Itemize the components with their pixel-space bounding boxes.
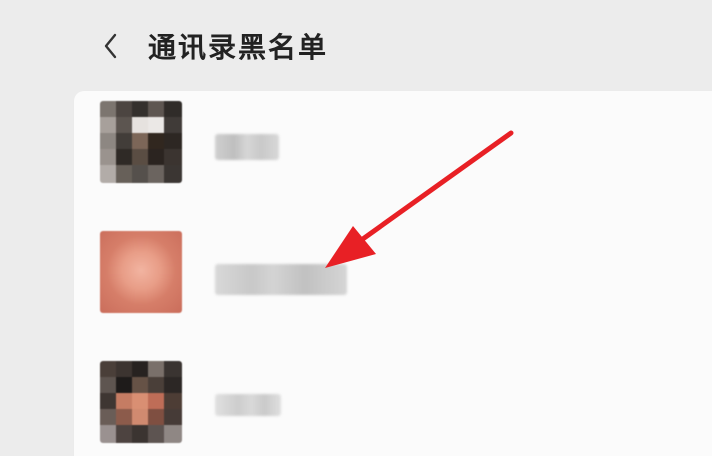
blurred-contact-name (215, 134, 279, 160)
blacklist-item[interactable] (74, 91, 712, 211)
contact-avatar (100, 231, 182, 313)
blacklist-item[interactable] (74, 221, 712, 341)
blurred-contact-name (215, 264, 347, 295)
blacklist-screen: 通讯录黑名单 (0, 0, 712, 456)
blacklist-list (74, 91, 712, 456)
top-bar: 通讯录黑名单 (0, 0, 712, 92)
contact-avatar (100, 101, 182, 183)
blurred-contact-name (215, 394, 281, 416)
chevron-left-icon (104, 33, 117, 59)
contact-avatar (100, 361, 182, 443)
back-button[interactable] (96, 30, 124, 62)
blacklist-item[interactable] (74, 351, 712, 456)
page-title: 通讯录黑名单 (148, 31, 329, 64)
